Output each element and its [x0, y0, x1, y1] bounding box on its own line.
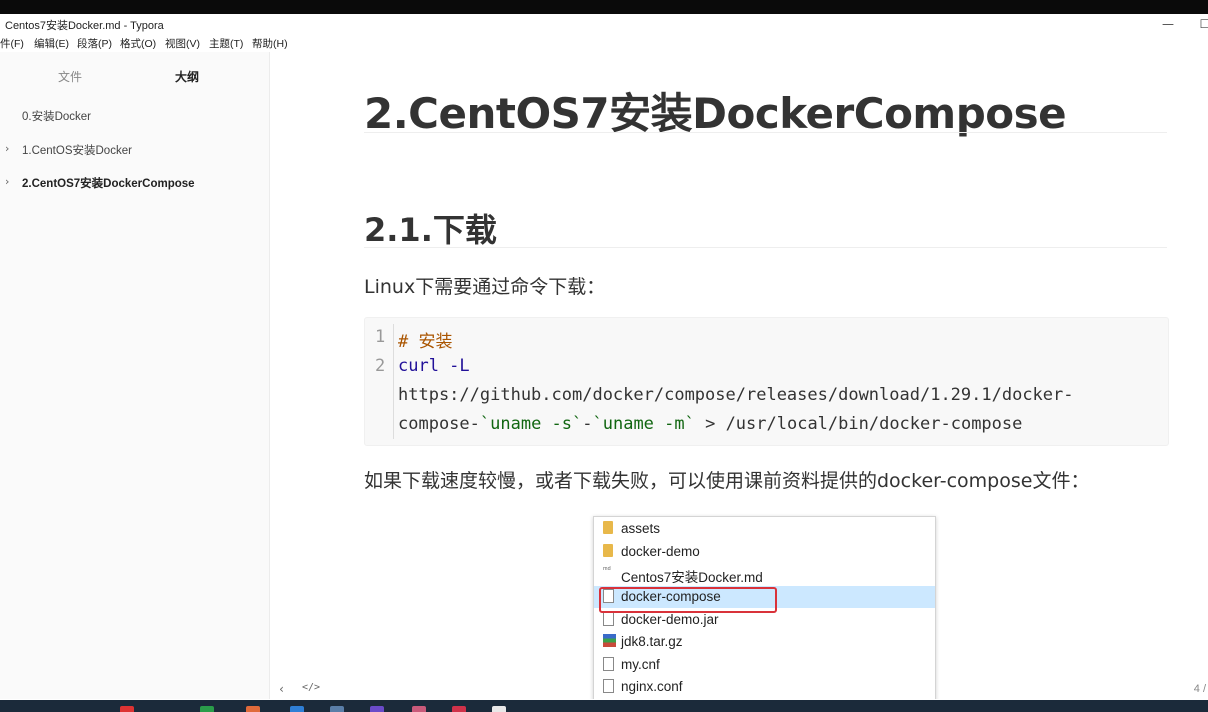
tab-outline[interactable]: 大纲	[175, 68, 199, 85]
paragraph: Linux下需要通过命令下载：	[364, 276, 606, 298]
chevron-right-icon[interactable]: ›	[5, 175, 9, 188]
outline-item-0[interactable]: 0.安装Docker	[22, 108, 91, 124]
line-number: 2	[375, 356, 386, 376]
taskbar-app-icon[interactable]	[452, 706, 466, 712]
file-icon	[603, 612, 614, 626]
file-row: ᵐᵈ Centos7安装Docker.md	[594, 563, 935, 585]
menu-format[interactable]: 格式(O)	[120, 36, 156, 51]
taskbar-app-icon[interactable]	[290, 706, 304, 712]
taskbar	[0, 700, 1208, 712]
taskbar-app-icon[interactable]	[246, 706, 260, 712]
file-name: my.cnf	[621, 657, 660, 672]
file-icon	[603, 657, 614, 671]
editor-area[interactable]: 2.CentOS7安装DockerCompose 2.1.下载 Linux下需要…	[270, 52, 1208, 699]
sidebar: 文件 大纲 0.安装Docker › 1.CentOS安装Docker › 2.…	[0, 52, 270, 699]
sidebar-toggle-icon[interactable]: ‹	[278, 682, 285, 696]
file-row: assets	[594, 518, 935, 540]
outline-item-1[interactable]: 1.CentOS安装Docker	[22, 142, 132, 158]
menu-theme[interactable]: 主题(T)	[209, 36, 243, 51]
taskbar-app-icon[interactable]	[330, 706, 344, 712]
menu-help[interactable]: 帮助(H)	[252, 36, 288, 51]
menu-view[interactable]: 视图(V)	[165, 36, 200, 51]
file-name: assets	[621, 521, 661, 536]
code-url: https://github.com/docker/compose/releas…	[398, 385, 1074, 405]
menu-bar: 件(F) 编辑(E) 段落(P) 格式(O) 视图(V) 主题(T) 帮助(H)	[0, 34, 1208, 52]
taskbar-app-icon[interactable]	[120, 706, 134, 712]
code-subshell: `uname -s`	[479, 414, 583, 434]
taskbar-app-icon[interactable]	[492, 706, 506, 712]
menu-paragraph[interactable]: 段落(P)	[77, 36, 112, 51]
code-text: -	[582, 414, 593, 434]
file-name: Centos7安装Docker.md	[621, 570, 763, 585]
title-bar: Centos7安装Docker.md - Typora — ☐	[0, 14, 1208, 34]
file-name: docker-demo.jar	[621, 612, 719, 627]
chevron-right-icon[interactable]: ›	[5, 142, 9, 155]
file-name: docker-demo	[621, 544, 700, 559]
code-block[interactable]: 1 2 # 安装 curl -L https://github.com/dock…	[364, 317, 1169, 446]
file-row: docker-demo	[594, 541, 935, 563]
outline-item-2[interactable]: 2.CentOS7安装DockerCompose	[22, 175, 195, 191]
folder-icon	[603, 544, 613, 557]
menu-edit[interactable]: 编辑(E)	[34, 36, 69, 51]
minimize-button[interactable]: —	[1157, 14, 1179, 34]
taskbar-app-icon[interactable]	[200, 706, 214, 712]
tab-files[interactable]: 文件	[58, 68, 82, 85]
heading-2: 2.1.下载	[364, 211, 497, 249]
maximize-button[interactable]: ☐	[1194, 14, 1208, 34]
line-number: 1	[375, 327, 386, 347]
taskbar-app-icon[interactable]	[412, 706, 426, 712]
window-title: Centos7安装Docker.md - Typora	[5, 20, 164, 32]
file-row: my.cnf	[594, 654, 935, 676]
paragraph: 如果下载速度较慢，或者下载失败，可以使用课前资料提供的docker-compos…	[364, 470, 1090, 492]
gutter-divider	[393, 324, 394, 439]
markdown-file-icon: ᵐᵈ	[603, 565, 611, 574]
highlight-box	[599, 587, 777, 613]
status-bar: ‹ </> 4 /	[270, 680, 1208, 699]
screen-top-bar	[0, 0, 1208, 14]
code-subshell: `uname -m`	[592, 414, 695, 434]
taskbar-app-icon[interactable]	[370, 706, 384, 712]
word-count[interactable]: 4 /	[1194, 683, 1206, 695]
file-row: jdk8.tar.gz	[594, 631, 935, 653]
heading-divider	[364, 247, 1167, 248]
code-gutter: 1 2	[365, 318, 393, 445]
folder-icon	[603, 521, 613, 534]
code-comment: # 安装	[398, 332, 453, 352]
heading-divider	[364, 132, 1167, 133]
source-code-icon[interactable]: </>	[302, 682, 320, 693]
menu-file[interactable]: 件(F)	[0, 36, 24, 51]
file-name: jdk8.tar.gz	[621, 634, 683, 649]
archive-icon	[603, 634, 616, 647]
code-line-4: compose-`uname -s`-`uname -m` > /usr/loc…	[398, 414, 1022, 434]
code-text: > /usr/local/bin/docker-compose	[694, 414, 1023, 434]
code-text: compose-	[398, 414, 480, 434]
explorer-screenshot: assets docker-demo ᵐᵈ Centos7安装Docker.md…	[593, 516, 936, 699]
code-command: curl -L	[398, 356, 470, 376]
